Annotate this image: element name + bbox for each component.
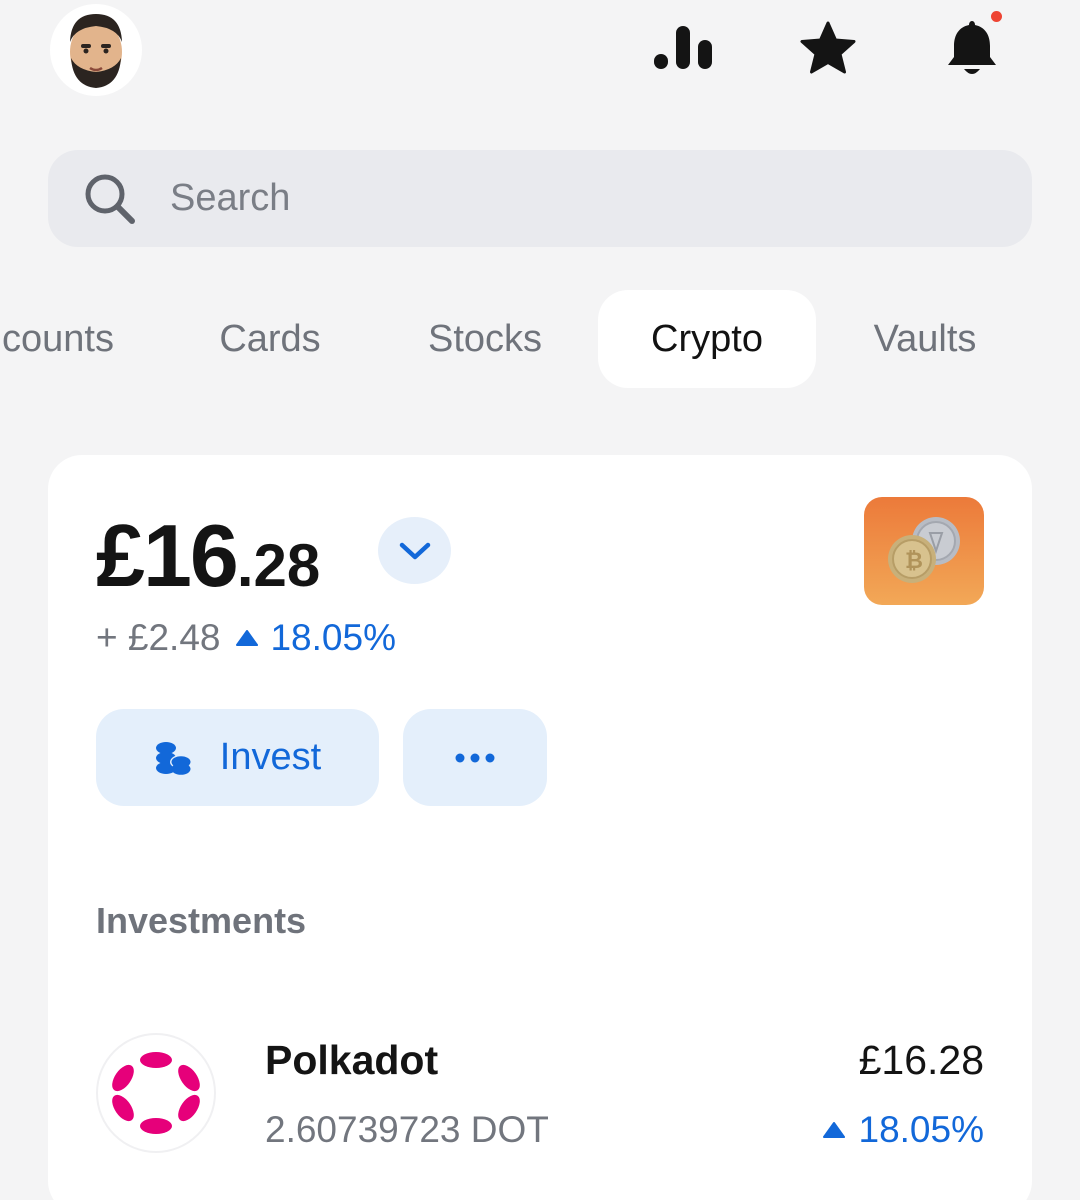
investment-name: Polkadot <box>265 1037 439 1083</box>
coins-stack-icon <box>155 741 192 775</box>
crypto-coins-icon: ₿ <box>864 497 984 605</box>
more-options-button[interactable] <box>403 709 547 806</box>
user-avatar-icon <box>70 14 122 88</box>
investment-value: £16.28 <box>858 1037 984 1083</box>
investment-change-percent: 18.05% <box>858 1109 985 1150</box>
up-triangle-icon <box>236 629 259 647</box>
balance-amount: £16 .28 <box>96 505 320 607</box>
investment-quantity: 2.60739723 DOT <box>265 1109 549 1150</box>
change-percent: 18.05% <box>270 617 396 658</box>
tab-cards[interactable]: Cards <box>200 290 340 388</box>
balance-change: + £2.48 18.05% <box>96 617 396 659</box>
tab-vaults[interactable]: Vaults <box>850 290 1000 388</box>
star-icon[interactable] <box>788 14 868 84</box>
more-dots-icon <box>455 753 495 762</box>
search-input[interactable] <box>170 177 970 220</box>
search-bar[interactable] <box>48 150 1032 247</box>
polkadot-logo-icon <box>98 1035 214 1151</box>
investments-heading: Investments <box>96 900 307 941</box>
investment-row-polkadot[interactable]: Polkadot 2.60739723 DOT £16.28 18.05% <box>48 1025 1032 1165</box>
avatar[interactable] <box>50 4 142 96</box>
chevron-down-icon <box>399 542 430 559</box>
change-amount: + £2.48 <box>96 617 221 658</box>
tab-crypto[interactable]: Crypto <box>598 290 816 388</box>
category-tabs: counts Cards Stocks Crypto Vaults <box>0 290 1080 388</box>
invest-label: Invest <box>219 736 322 778</box>
svg-text:₿: ₿ <box>905 549 923 574</box>
up-triangle-icon <box>822 1121 845 1139</box>
notification-dot <box>991 11 1002 22</box>
invest-button[interactable]: Invest <box>96 709 379 806</box>
bar-chart-icon[interactable] <box>644 14 724 84</box>
investment-change: 18.05% <box>822 1109 985 1151</box>
tab-stocks[interactable]: Stocks <box>405 290 565 388</box>
tab-accounts[interactable]: counts <box>0 290 128 388</box>
balance-dropdown-button[interactable] <box>378 517 451 584</box>
search-icon <box>80 169 140 229</box>
crypto-account-card: £16 .28 + £2.48 18.05% ₿ Invest Investme… <box>48 455 1032 1200</box>
bell-icon[interactable] <box>932 11 1012 84</box>
balance-fraction: .28 <box>236 532 321 599</box>
balance-whole: £16 <box>96 506 239 605</box>
